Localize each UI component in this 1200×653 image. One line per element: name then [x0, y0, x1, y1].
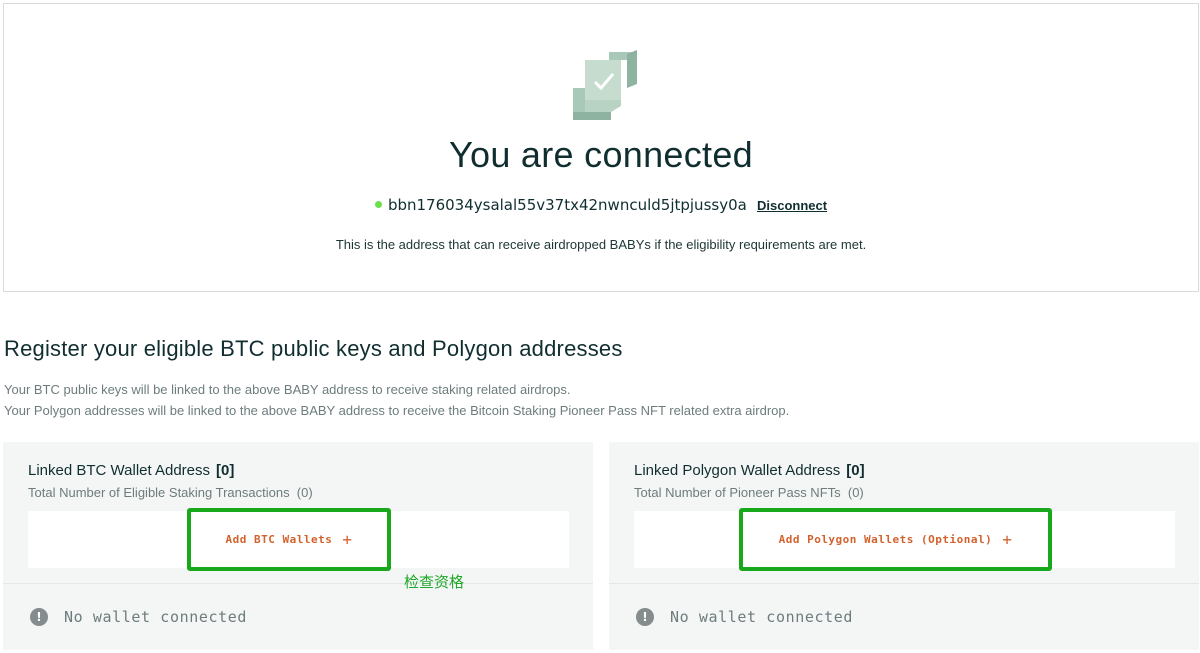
btc-wallet-status: ! No wallet connected [30, 608, 247, 626]
address-row: bbn176034ysalal55v37tx42nwnculd5jtpjussy… [4, 196, 1198, 214]
divider [609, 583, 1199, 584]
page-title: You are connected [448, 134, 754, 175]
add-polygon-label: Add Polygon Wallets (Optional) [778, 533, 993, 546]
wallet-address: bbn176034ysalal55v37tx42nwnculd5jtpjussy… [387, 196, 747, 214]
btc-heading-label: Linked BTC Wallet Address [28, 462, 211, 479]
polygon-wallet-panel: Linked Polygon Wallet Address [0] Total N… [609, 442, 1199, 650]
register-description: Your BTC public keys will be linked to t… [4, 379, 789, 421]
btc-wallet-panel: Linked BTC Wallet Address [0] Total Numbe… [3, 442, 593, 650]
connection-card: You are connected bbn176034ysalal55v37tx… [3, 3, 1199, 292]
address-note: This is the address that can receive air… [335, 237, 867, 252]
alert-circle-icon: ! [636, 608, 654, 626]
btc-count: [0] [216, 462, 235, 479]
btc-panel-subtitle: Total Number of Eligible Staking Transac… [28, 485, 313, 500]
add-polygon-wallets-button[interactable]: Add Polygon Wallets (Optional) + [739, 508, 1052, 571]
status-dot [374, 200, 382, 208]
btc-status-text: No wallet connected [64, 608, 247, 626]
alert-circle-icon: ! [30, 608, 48, 626]
add-btc-wallets-button[interactable]: Add BTC Wallets + [187, 508, 391, 571]
connected-check-cube-icon [573, 50, 637, 120]
eligibility-annotation: 检查资格 [404, 573, 465, 591]
polygon-count: [0] [846, 462, 865, 479]
add-btc-label: Add BTC Wallets [225, 533, 333, 546]
polygon-status-text: No wallet connected [670, 608, 853, 626]
register-line-polygon: Your Polygon addresses will be linked to… [4, 403, 790, 418]
polygon-heading-label: Linked Polygon Wallet Address [634, 462, 841, 479]
plus-icon: + [342, 530, 353, 549]
register-line-btc: Your BTC public keys will be linked to t… [4, 382, 571, 397]
divider [3, 583, 593, 584]
polygon-panel-subtitle: Total Number of Pioneer Pass NFTs (0) [634, 485, 864, 500]
polygon-wallet-status: ! No wallet connected [636, 608, 853, 626]
disconnect-link[interactable]: Disconnect [757, 198, 827, 213]
btc-panel-heading: Linked BTC Wallet Address [0] [28, 462, 234, 479]
register-title: Register your eligible BTC public keys a… [4, 336, 623, 361]
plus-icon: + [1002, 530, 1013, 549]
polygon-panel-heading: Linked Polygon Wallet Address [0] [634, 462, 865, 479]
